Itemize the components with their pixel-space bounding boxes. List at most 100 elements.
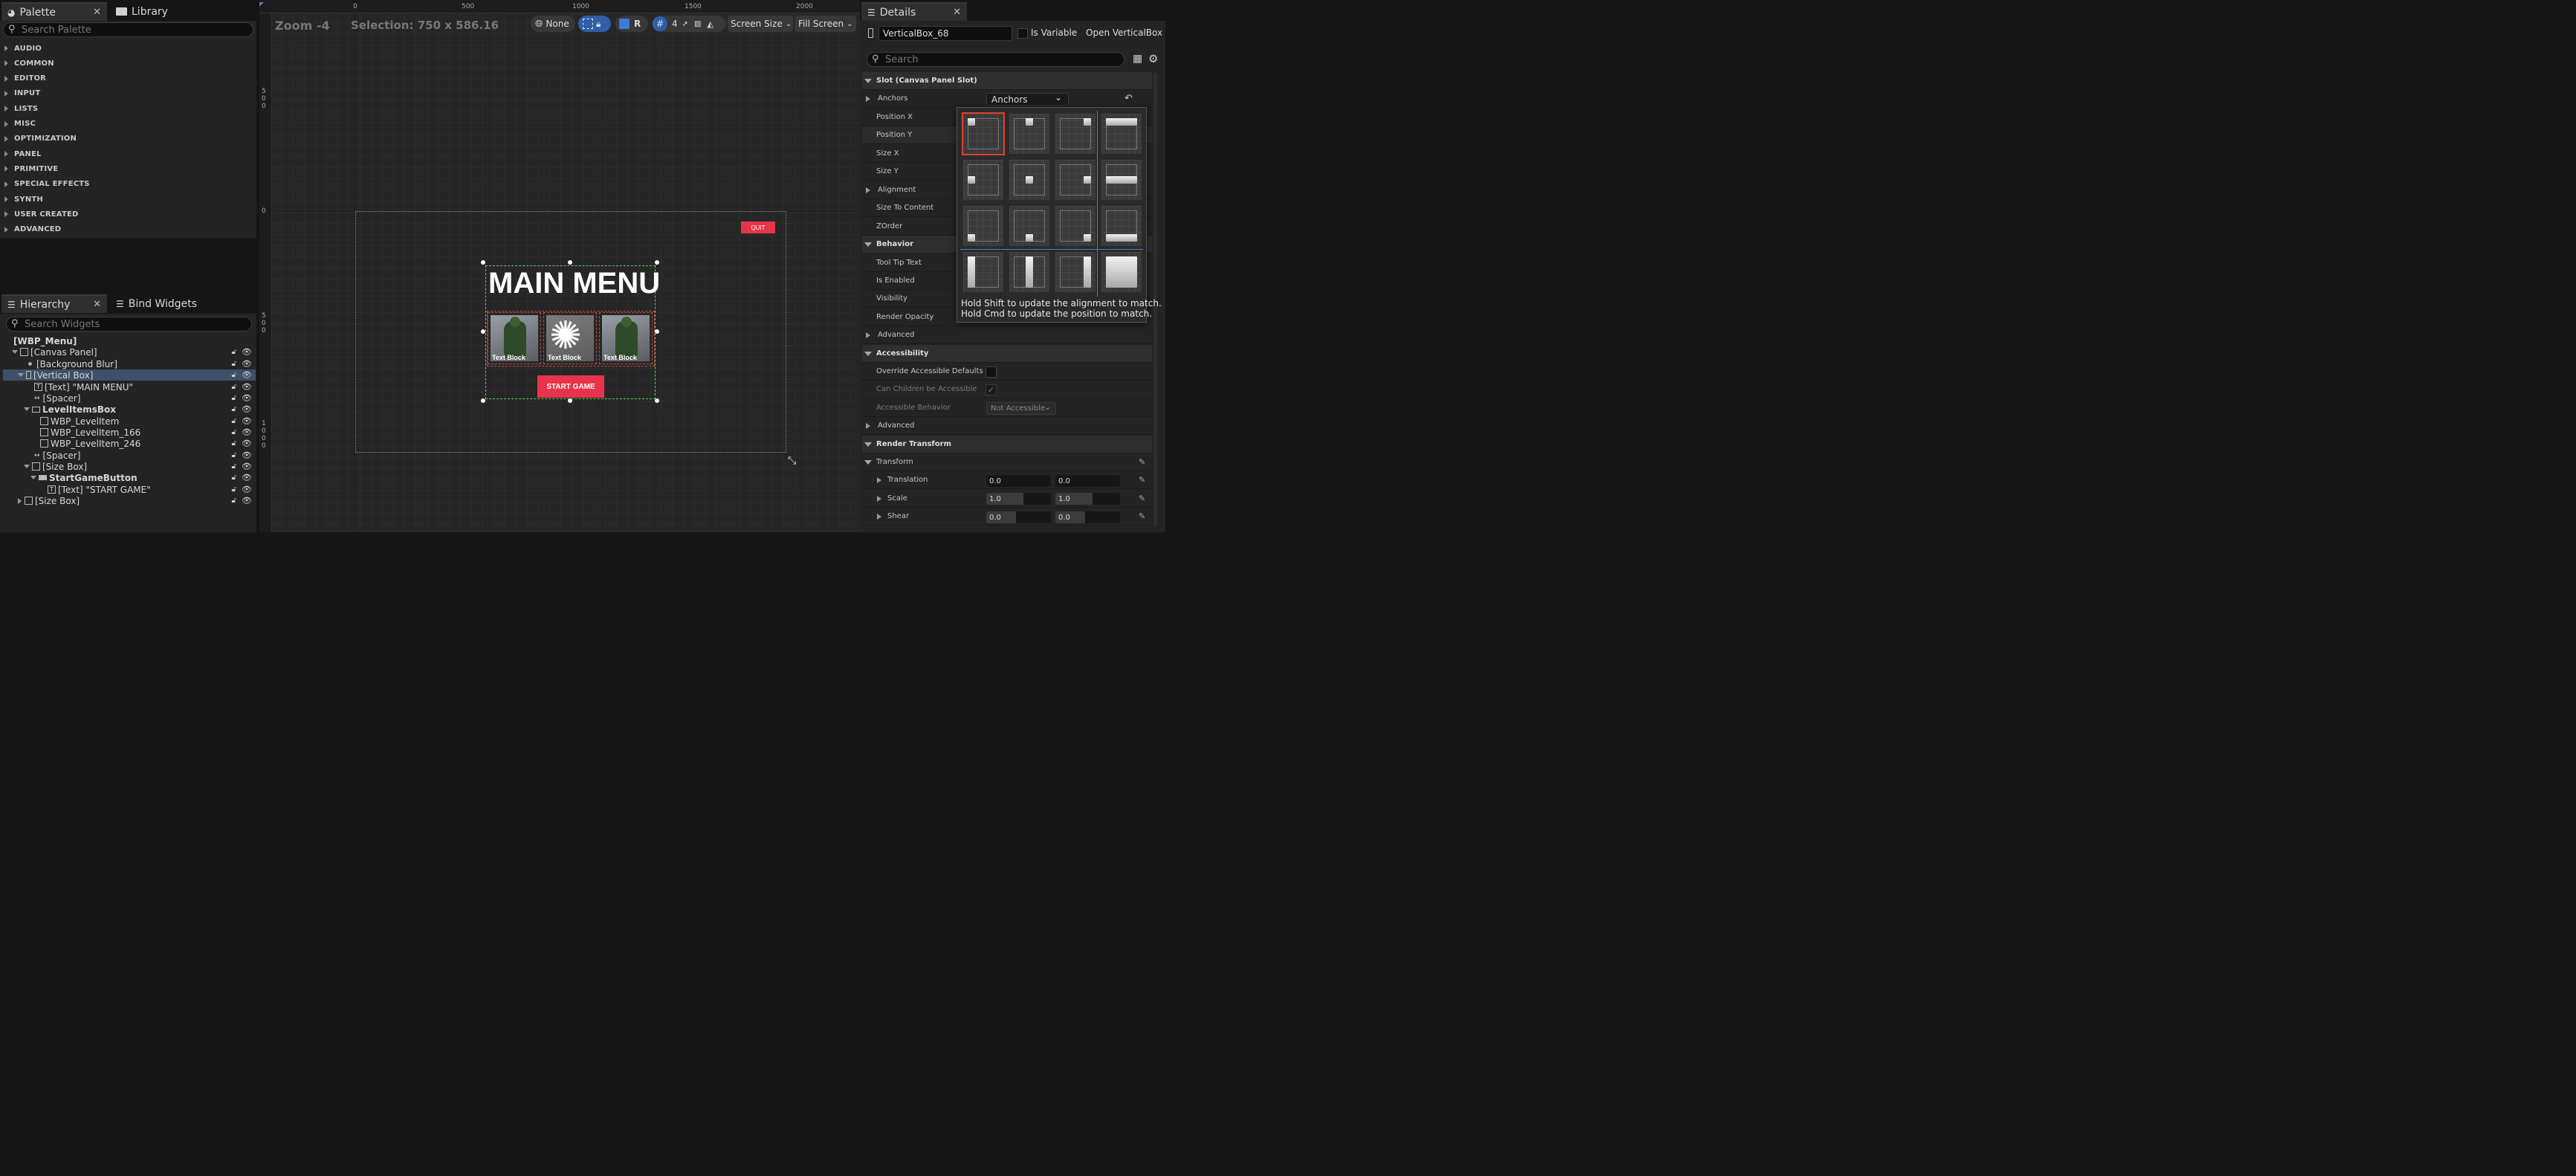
expand-arrow-icon[interactable] [864,351,872,356]
palette-category[interactable]: COMMON [0,56,256,71]
translation-x-input[interactable]: 0.0 [986,475,1051,487]
tree-item-level-items-box[interactable]: LevelItemsBox 🔓︎ 👁︎ [3,404,256,415]
lock-icon[interactable]: 🔓︎ [232,485,236,494]
tree-item-size-box[interactable]: [Size Box] 🔓︎ 👁︎ [3,461,256,472]
tree-item-text-main-menu[interactable]: T [Text] "MAIN MENU" 🔓︎ 👁︎ [3,381,256,392]
marquee-icon[interactable] [583,19,593,29]
details-search-input[interactable]: ⚲ Search [867,52,1124,67]
close-icon[interactable]: ✕ [953,7,961,18]
ruler-horizontal[interactable]: 0 500 1000 1500 2000 [259,0,860,13]
lock-icon[interactable]: 🔓︎ [232,417,236,425]
scale-x-input[interactable]: 1.0 [986,493,1051,505]
anchor-preset[interactable] [1009,206,1049,246]
start-game-button[interactable]: START GAME [537,375,604,398]
anchor-preset[interactable] [963,252,1003,292]
palette-category[interactable]: MISC [0,117,256,132]
anchor-preset[interactable] [963,160,1003,200]
palette-category[interactable]: ADVANCED [0,222,256,237]
palette-category[interactable]: AUDIO [0,41,256,56]
close-icon[interactable]: ✕ [93,7,101,18]
widget-name-input[interactable]: VerticalBox_68 [878,26,1012,41]
grid-size-label[interactable]: 4 [672,19,678,29]
ruler-vertical[interactable]: 5 0 0 0 5 0 0 1 0 0 0 [259,13,272,532]
palette-category[interactable]: OPTIMIZATION [0,132,256,146]
anchor-preset[interactable] [1009,160,1049,200]
tree-item-level-item-166[interactable]: WBP_LevelItem_166 🔓︎ 👁︎ [3,427,256,438]
selection-handle[interactable] [481,329,485,334]
lock-icon[interactable]: 🔓︎ [232,360,236,368]
layout-icon[interactable] [619,19,630,29]
palette-category[interactable]: PRIMITIVE [0,161,256,176]
tab-hierarchy[interactable]: ☰ Hierarchy ✕ [1,294,107,313]
tab-palette[interactable]: ◕ Palette ✕ [1,2,107,21]
selection-handle[interactable] [568,398,572,403]
anchors-dropdown[interactable]: Anchors ⌄ [986,92,1069,106]
collapse-arrow-icon[interactable] [866,187,870,193]
accessible-behavior-dropdown[interactable]: Not Accessible ⌄ [986,402,1056,415]
shear-y-input[interactable]: 0.0 [1055,511,1120,523]
tree-item-spacer[interactable]: ↔ [Spacer] 🔓︎ 👁︎ [3,392,256,404]
tree-item-vertical-box[interactable]: [Vertical Box] 🔓︎ 👁︎ [3,369,256,381]
tree-item-size-box-2[interactable]: [Size Box] 🔓︎ 👁︎ [3,495,256,506]
anchor-preset[interactable] [1101,160,1142,200]
anchor-preset[interactable] [1055,160,1096,200]
anchor-preset[interactable] [963,206,1003,246]
expand-arrow-icon[interactable] [24,465,30,468]
scale-y-input[interactable]: 1.0 [1055,493,1120,505]
eye-icon[interactable]: 👁︎ [242,370,252,380]
shear-x-input[interactable]: 0.0 [986,511,1051,523]
palette-category[interactable]: SPECIAL EFFECTS [0,177,256,192]
anchor-preset[interactable] [1101,252,1142,292]
hierarchy-search-input[interactable]: ⚲ Search Widgets [6,317,252,332]
pin-icon[interactable]: ✎ [1139,511,1145,521]
gear-icon[interactable]: ⚙ [1148,52,1158,65]
tree-item-root[interactable]: [WBP_Menu] [3,335,256,346]
grid-icon[interactable]: # [653,16,667,31]
screen-size-dropdown[interactable]: Screen Size ⌄ [728,16,793,32]
table-view-icon[interactable]: ▦ [1133,53,1142,65]
row-advanced[interactable]: Advanced [862,326,1152,344]
section-slot[interactable]: Slot (Canvas Panel Slot) [862,72,1152,90]
palette-category[interactable]: INPUT [0,86,256,101]
eye-icon[interactable]: 👁︎ [242,450,252,460]
lock-icon[interactable]: 🔓︎ [232,383,236,391]
pin-icon[interactable]: ✎ [1139,494,1145,503]
palette-category[interactable]: USER CREATED [0,207,256,222]
selection-handle[interactable] [481,398,485,403]
palette-search-input[interactable]: ⚲ Search Palette [3,22,253,37]
open-vertical-box-link[interactable]: Open VerticalBox [1086,28,1162,38]
anchor-preset[interactable] [1055,206,1096,246]
tab-bind-widgets[interactable]: ☰ Bind Widgets [110,294,214,313]
level-item[interactable]: Text Block [599,312,653,364]
palette-category[interactable]: PANEL [0,146,256,161]
is-variable-checkbox[interactable] [1017,28,1028,39]
tree-item-start-game-button[interactable]: StartGameButton 🔓︎ 👁︎ [3,472,256,483]
palette-category[interactable]: SYNTH [0,192,256,207]
tree-item-spacer-2[interactable]: ↔ [Spacer] 🔓︎ 👁︎ [3,450,256,461]
lock-icon[interactable]: 🔓︎ [232,474,236,482]
selection-handle[interactable] [481,260,485,265]
localization-preview-button[interactable]: 🌐︎ None [531,16,575,32]
close-icon[interactable]: ✕ [93,299,101,310]
anchor-preset[interactable] [962,112,1005,155]
eye-icon[interactable]: 👁︎ [242,359,252,369]
lock-icon[interactable]: 🔓︎ [232,428,236,436]
tree-item-canvas-panel[interactable]: [Canvas Panel] 🔓︎ 👁︎ [3,346,256,358]
r-toggle-label[interactable]: R [634,19,641,29]
collapse-arrow-icon[interactable] [877,495,881,502]
reset-icon[interactable]: ↶ [1124,93,1133,104]
can-children-checkbox[interactable]: ✓ [986,384,997,395]
collapse-arrow-icon[interactable] [866,95,870,102]
anchor-preset[interactable] [1055,252,1096,292]
expand-arrow-icon[interactable] [864,459,872,465]
cursor-icon[interactable]: ➚ [682,20,688,28]
lock-icon[interactable]: 🔓︎ [232,371,236,379]
quit-button[interactable]: QUIT [741,222,775,233]
lock-icon[interactable]: 🔓︎ [232,462,236,471]
override-accessible-checkbox[interactable] [986,366,997,378]
eye-icon[interactable]: 👁︎ [242,496,252,505]
expand-arrow-icon[interactable] [24,407,30,411]
expand-arrow-icon[interactable] [18,373,24,377]
tree-item-level-item[interactable]: WBP_LevelItem 🔓︎ 👁︎ [3,416,256,427]
main-menu-title[interactable]: MAIN MENU [488,267,660,300]
